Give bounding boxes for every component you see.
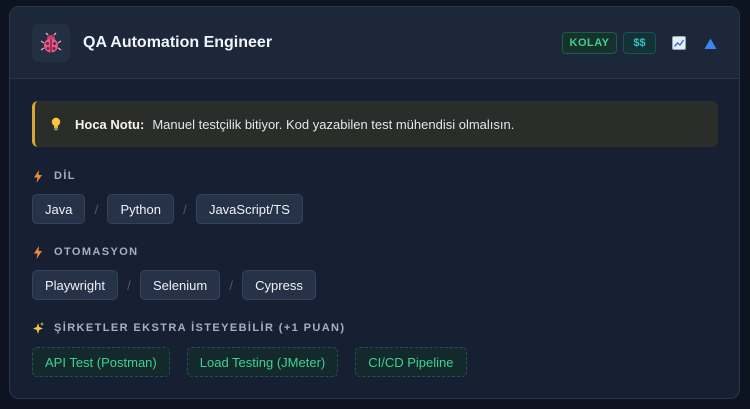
chip-separator: / [94, 201, 99, 217]
section-title-automation: OTOMASYON [32, 244, 139, 260]
chart-icon[interactable] [672, 36, 686, 50]
chip-separator: / [229, 277, 233, 293]
lightbulb-icon [51, 117, 61, 131]
automation-chip-row: Playwright / Selenium / Cypress [32, 270, 316, 300]
sparkles-icon [33, 321, 44, 334]
chip-api-test[interactable]: API Test (Postman) [32, 347, 170, 377]
chip-load-testing[interactable]: Load Testing (JMeter) [186, 347, 339, 377]
note-label: Hoca Notu: [75, 116, 145, 132]
difficulty-badge: KOLAY [562, 32, 617, 54]
chip-playwright[interactable]: Playwright [32, 270, 118, 300]
role-card: QA Automation Engineer KOLAY $$ Hoca Not… [9, 6, 740, 399]
card-header[interactable]: QA Automation Engineer KOLAY $$ [10, 7, 739, 79]
cost-badge: $$ [623, 32, 656, 54]
instructor-note: Hoca Notu: Manuel testçilik bitiyor. Kod… [32, 101, 718, 147]
extras-chip-row: API Test (Postman) Load Testing (JMeter)… [32, 347, 484, 377]
note-text: Manuel testçilik bitiyor. Kod yazabilen … [152, 116, 515, 132]
section-title-extras: ŞİRKETLER EKSTRA İSTEYEBİLİR (+1 PUAN) [32, 320, 345, 336]
section-title-text: OTOMASYON [54, 246, 139, 258]
chip-ci-cd[interactable]: CI/CD Pipeline [355, 347, 467, 377]
chip-javascript-ts[interactable]: JavaScript/TS [195, 194, 303, 224]
section-title-language: DİL [32, 168, 76, 184]
section-title-text: DİL [54, 170, 76, 182]
chip-java[interactable]: Java [32, 194, 86, 224]
chip-python[interactable]: Python [107, 194, 174, 224]
section-title-text: ŞİRKETLER EKSTRA İSTEYEBİLİR (+1 PUAN) [54, 322, 346, 334]
chip-separator: / [183, 201, 187, 217]
ladybug-bug-icon [32, 24, 70, 62]
language-chip-row: Java / Python / JavaScript/TS [32, 194, 303, 224]
lightning-icon [34, 245, 42, 259]
chip-separator: / [127, 277, 131, 293]
chip-selenium[interactable]: Selenium [139, 270, 221, 300]
triangle-up-icon[interactable] [704, 37, 717, 49]
chip-cypress[interactable]: Cypress [242, 270, 316, 300]
card-title: QA Automation Engineer [83, 34, 273, 51]
lightning-icon [34, 169, 42, 183]
